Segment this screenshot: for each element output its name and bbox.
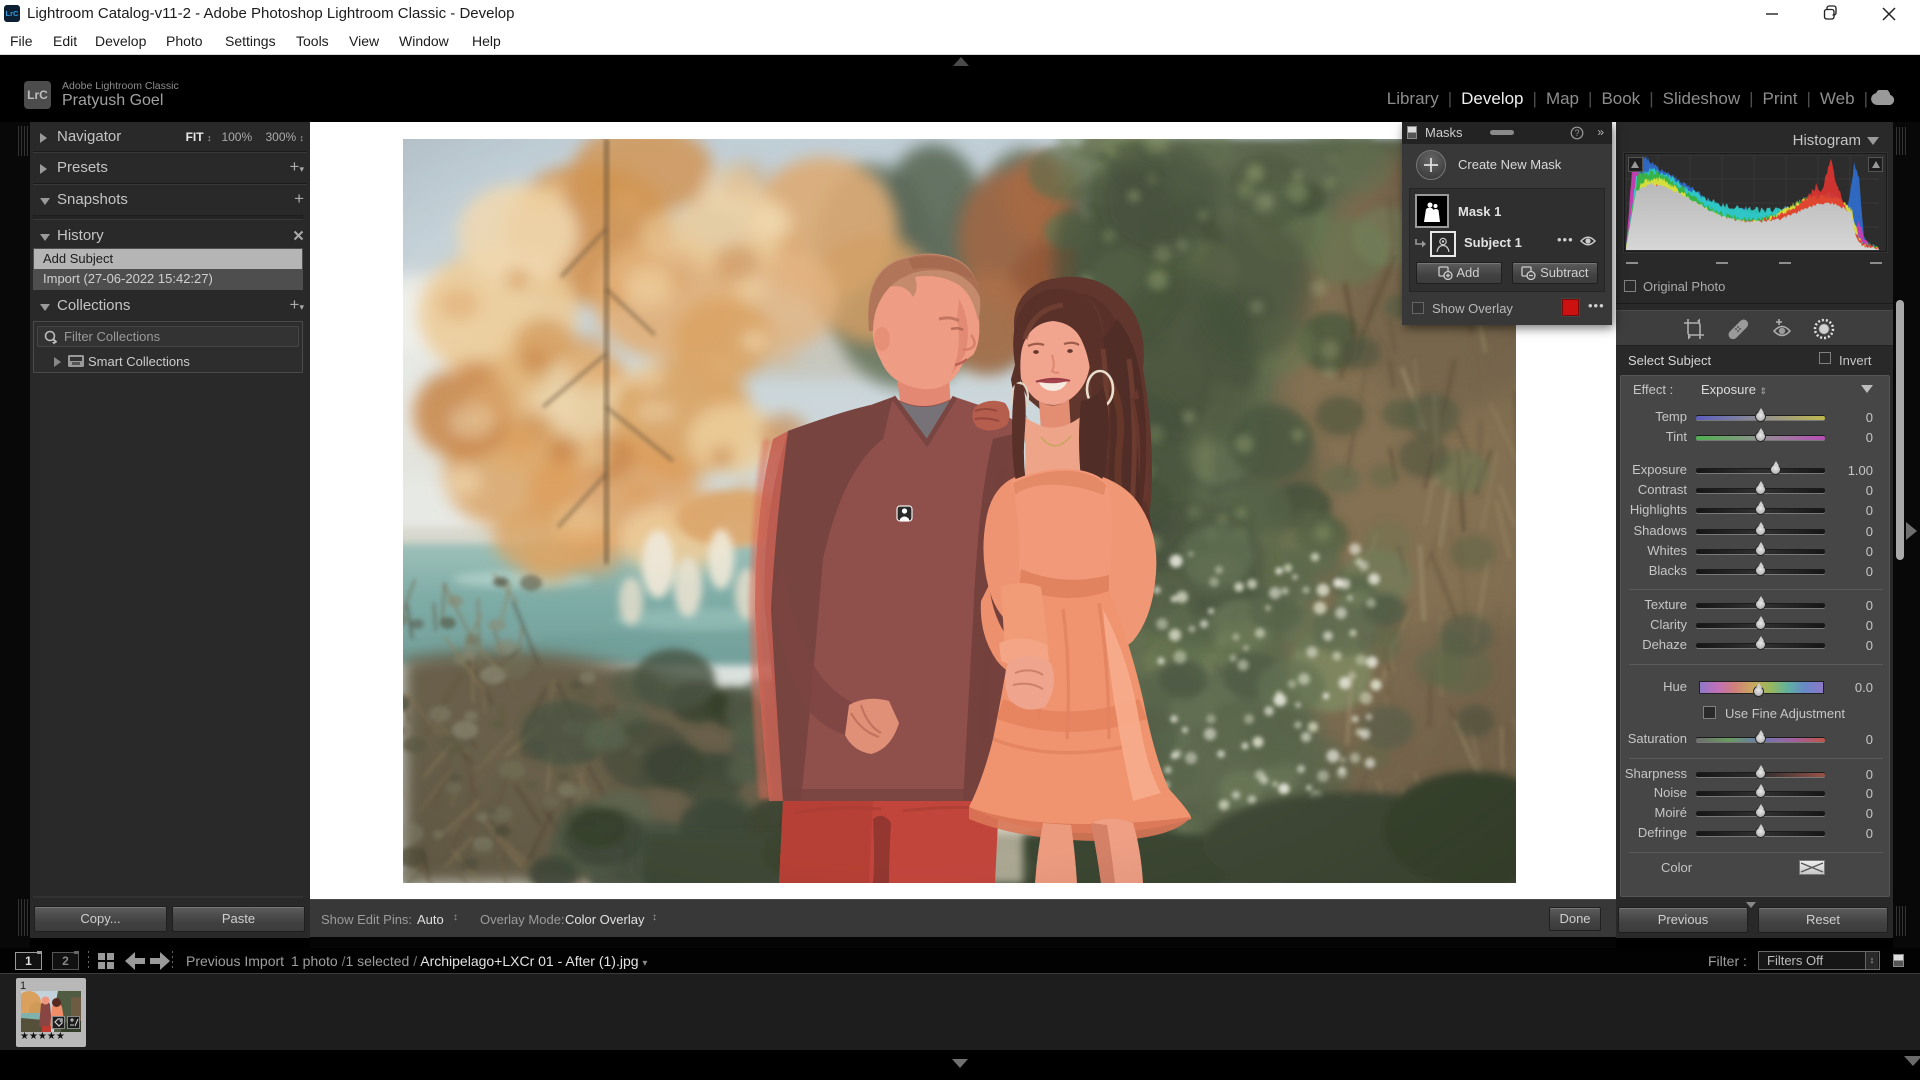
svg-text:?: ?	[1574, 128, 1579, 138]
